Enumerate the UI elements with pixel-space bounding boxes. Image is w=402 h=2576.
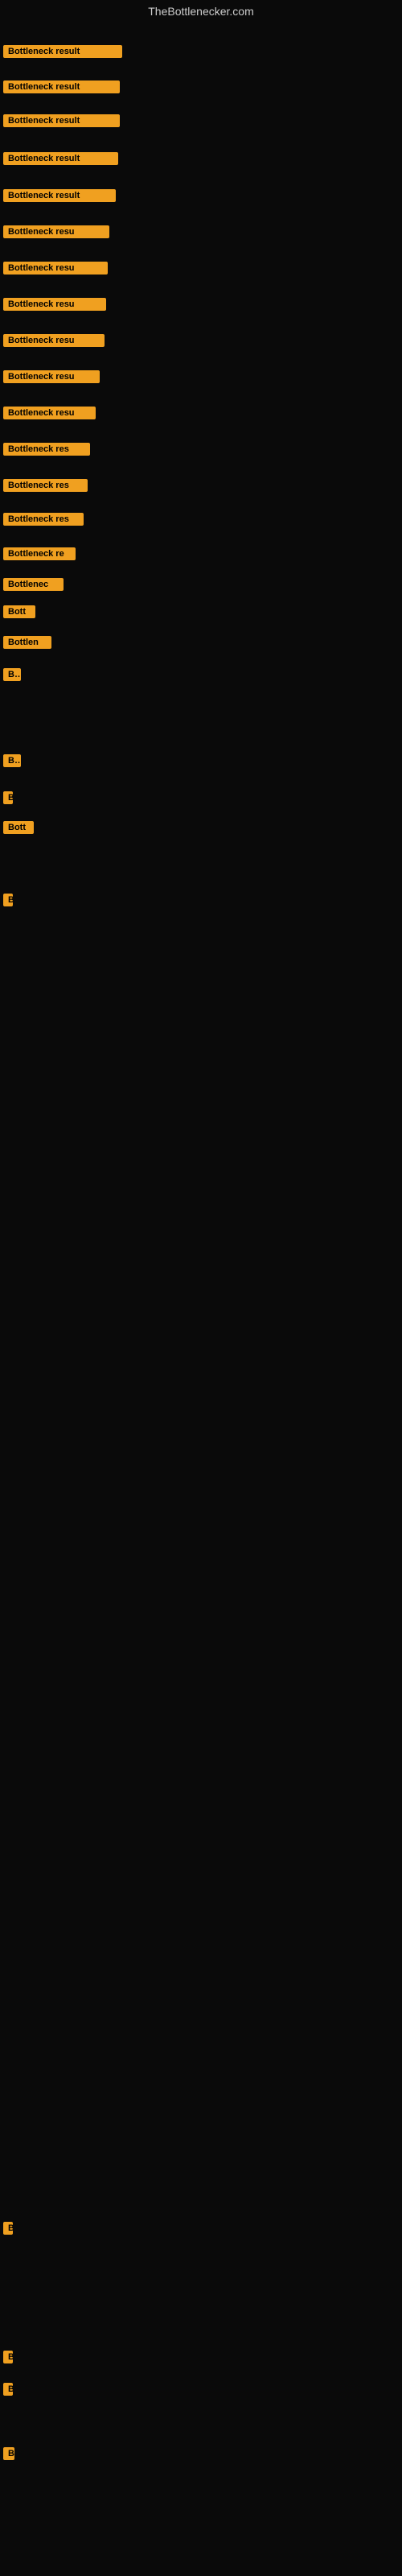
bottleneck-result-item: Bottleneck result (3, 114, 120, 131)
bottleneck-result-badge: Bottleneck result (3, 80, 120, 93)
bottleneck-result-item: Bottleneck resu (3, 334, 105, 351)
bottleneck-result-item: Bottlenec (3, 578, 64, 595)
bottleneck-result-item: Bottleneck result (3, 189, 116, 206)
bottleneck-result-badge: Bottleneck resu (3, 298, 106, 311)
bottleneck-result-badge: Bottleneck res (3, 443, 90, 456)
bottleneck-result-badge: Bottlen (3, 636, 51, 649)
bottleneck-result-item: Bottleneck res (3, 513, 84, 530)
bottleneck-result-badge: Bottleneck res (3, 513, 84, 526)
bottleneck-result-badge: Bottleneck resu (3, 334, 105, 347)
bottleneck-result-badge: Bottleneck result (3, 45, 122, 58)
bottleneck-result-item: Bottleneck resu (3, 407, 96, 423)
bottleneck-result-item: B (3, 2351, 13, 2368)
bottleneck-result-item: B (3, 2383, 13, 2400)
bottleneck-result-badge: Bottleneck re (3, 547, 76, 560)
bottleneck-result-badge: Bottleneck result (3, 152, 118, 165)
site-title-text: TheBottlenecker.com (148, 5, 254, 18)
bottleneck-result-badge: Bottleneck resu (3, 262, 108, 275)
bottleneck-result-badge: Bottleneck resu (3, 370, 100, 383)
bottleneck-result-item: Bottleneck resu (3, 298, 106, 315)
bottleneck-result-item: Bott (3, 605, 35, 622)
bottleneck-result-item: B (3, 2447, 14, 2464)
bottleneck-result-item: Bottleneck resu (3, 370, 100, 387)
bottleneck-result-badge: Bottleneck result (3, 189, 116, 202)
bottleneck-result-item: Bottlen (3, 636, 51, 653)
bottleneck-result-item: B (3, 894, 13, 910)
bottleneck-result-item: Bo (3, 754, 21, 771)
bottleneck-result-item: Bottleneck re (3, 547, 76, 564)
bottleneck-result-badge: Bottlenec (3, 578, 64, 591)
bottleneck-result-badge: B (3, 2383, 13, 2396)
site-title: TheBottlenecker.com (0, 0, 402, 21)
bottleneck-result-item: Bottleneck res (3, 479, 88, 496)
bottleneck-result-badge: Bo (3, 668, 21, 681)
bottleneck-result-badge: Bott (3, 605, 35, 618)
bottleneck-result-item: Bott (3, 821, 34, 838)
bottleneck-result-item: Bottleneck resu (3, 225, 109, 242)
bottleneck-result-item: Bottleneck result (3, 80, 120, 97)
bottleneck-result-badge: Bo (3, 754, 21, 767)
bottleneck-result-badge: B (3, 2351, 13, 2363)
bottleneck-result-badge: B (3, 791, 13, 804)
bottleneck-result-item: Bottleneck result (3, 45, 122, 62)
bottleneck-result-badge: B (3, 2222, 13, 2235)
bottleneck-result-badge: B (3, 2447, 14, 2460)
bottleneck-result-badge: Bottleneck res (3, 479, 88, 492)
bottleneck-result-item: B (3, 2222, 13, 2239)
page-container: TheBottlenecker.com Bottleneck result Bot… (0, 0, 402, 2576)
bottleneck-result-badge: B (3, 894, 13, 906)
bottleneck-result-item: Bo (3, 668, 21, 685)
bottleneck-result-badge: Bottleneck result (3, 114, 120, 127)
bottleneck-result-badge: Bottleneck resu (3, 407, 96, 419)
bottleneck-result-item: Bottleneck resu (3, 262, 108, 279)
bottleneck-result-item: Bottleneck result (3, 152, 118, 169)
bottleneck-result-item: Bottleneck res (3, 443, 90, 460)
bottleneck-result-badge: Bott (3, 821, 34, 834)
bottleneck-result-badge: Bottleneck resu (3, 225, 109, 238)
bottleneck-result-item: B (3, 791, 13, 808)
